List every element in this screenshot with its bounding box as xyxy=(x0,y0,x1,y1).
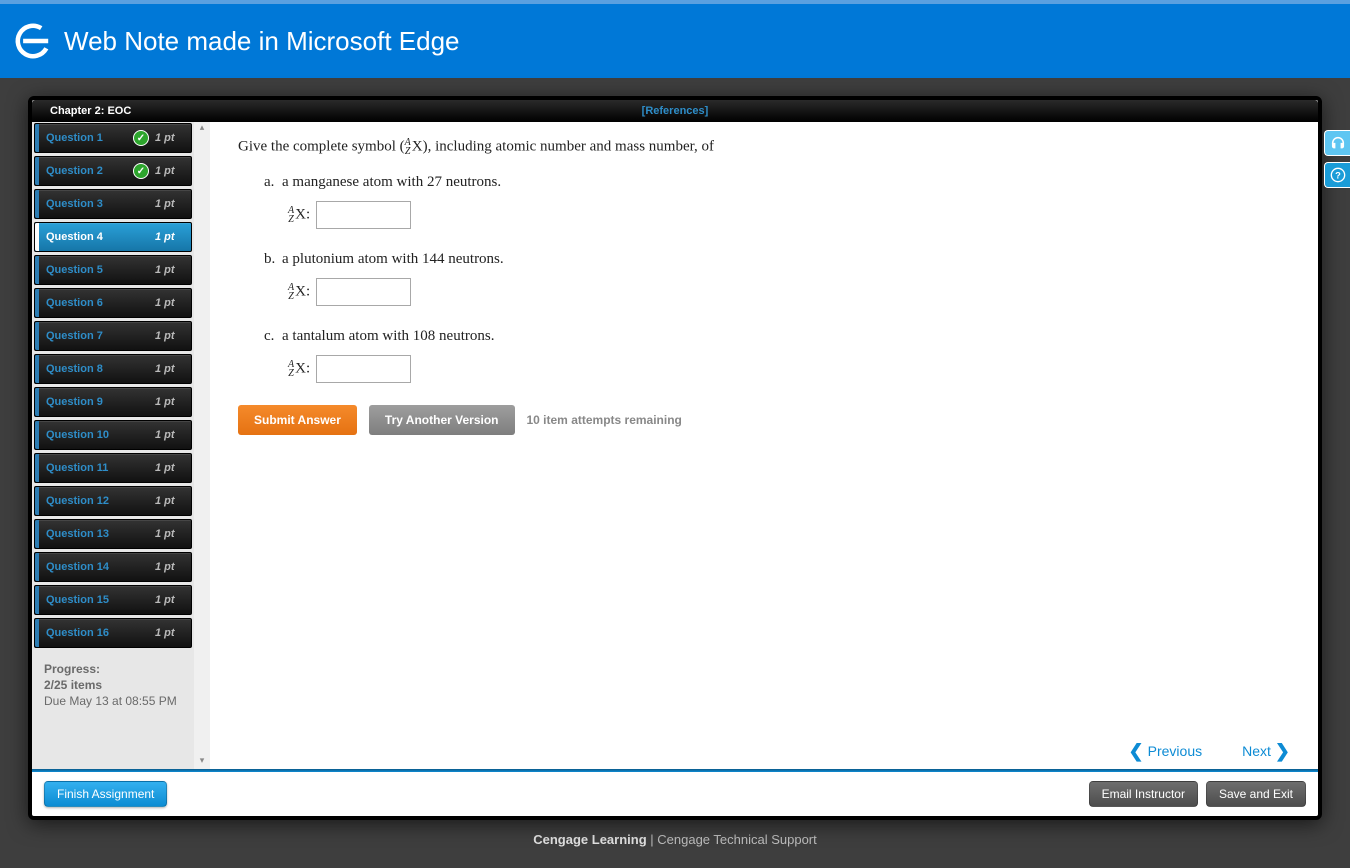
question-nav-points: 1 pt xyxy=(155,363,191,375)
next-link[interactable]: Next❯ xyxy=(1242,743,1290,759)
question-nav-item-6[interactable]: Question 61 pt xyxy=(34,288,192,318)
question-nav-points: 1 pt xyxy=(155,396,191,408)
question-nav-item-4[interactable]: Question 41 pt xyxy=(34,222,192,252)
previous-link[interactable]: ❮Previous xyxy=(1129,743,1203,759)
question-nav-points: 1 pt xyxy=(155,165,191,177)
question-nav-points: 1 pt xyxy=(155,462,191,474)
question-nav-label: Question 9 xyxy=(46,396,155,408)
chevron-left-icon: ❮ xyxy=(1129,744,1144,758)
question-nav-item-5[interactable]: Question 51 pt xyxy=(34,255,192,285)
question-nav-item-9[interactable]: Question 91 pt xyxy=(34,387,192,417)
edge-icon xyxy=(14,22,52,60)
question-nav-points: 1 pt xyxy=(155,264,191,276)
check-icon: ✓ xyxy=(133,130,149,146)
question-nav-points: 1 pt xyxy=(155,231,191,243)
question-nav-item-8[interactable]: Question 81 pt xyxy=(34,354,192,384)
question-nav-label: Question 16 xyxy=(46,627,155,639)
symbol-label-b: AZX: xyxy=(288,283,310,301)
question-nav-points: 1 pt xyxy=(155,429,191,441)
part-b: b.a plutonium atom with 144 neutrons. xyxy=(264,251,1290,268)
question-nav-item-14[interactable]: Question 141 pt xyxy=(34,552,192,582)
question-nav-item-11[interactable]: Question 111 pt xyxy=(34,453,192,483)
footer-bar: Finish Assignment Email Instructor Save … xyxy=(32,772,1318,816)
scroll-up-icon[interactable]: ▴ xyxy=(194,122,210,136)
question-nav-item-7[interactable]: Question 71 pt xyxy=(34,321,192,351)
question-nav-points: 1 pt xyxy=(155,495,191,507)
question-nav-points: 1 pt xyxy=(155,330,191,342)
submit-answer-button[interactable]: Submit Answer xyxy=(238,405,357,435)
answer-input-c[interactable] xyxy=(316,355,411,383)
question-nav-points: 1 pt xyxy=(155,561,191,573)
scroll-down-icon[interactable]: ▾ xyxy=(194,755,210,769)
help-icon[interactable]: ? xyxy=(1324,162,1350,188)
question-nav-label: Question 7 xyxy=(46,330,155,342)
question-content: Give the complete symbol (AZX), includin… xyxy=(210,122,1318,769)
question-nav-label: Question 8 xyxy=(46,363,155,375)
chapter-bar: Chapter 2: EOC [References] xyxy=(32,100,1318,122)
question-nav-item-15[interactable]: Question 151 pt xyxy=(34,585,192,615)
save-and-exit-button[interactable]: Save and Exit xyxy=(1206,781,1306,807)
question-nav-points: 1 pt xyxy=(155,627,191,639)
finish-assignment-button[interactable]: Finish Assignment xyxy=(44,781,167,807)
chapter-label: Chapter 2: EOC xyxy=(32,105,182,117)
question-nav-label: Question 10 xyxy=(46,429,155,441)
part-a: a.a manganese atom with 27 neutrons. xyxy=(264,174,1290,191)
email-instructor-button[interactable]: Email Instructor xyxy=(1089,781,1198,807)
question-nav-item-13[interactable]: Question 131 pt xyxy=(34,519,192,549)
question-nav-item-12[interactable]: Question 121 pt xyxy=(34,486,192,516)
question-nav-label: Question 5 xyxy=(46,264,155,276)
question-nav-points: 1 pt xyxy=(155,132,191,144)
question-nav-points: 1 pt xyxy=(155,297,191,309)
cengage-brand: Cengage Learning xyxy=(533,832,646,847)
svg-text:?: ? xyxy=(1335,170,1341,180)
question-nav-item-1[interactable]: Question 1✓ 1 pt xyxy=(34,123,192,153)
question-prompt: Give the complete symbol (AZX), includin… xyxy=(238,138,1290,156)
part-c: c.a tantalum atom with 108 neutrons. xyxy=(264,328,1290,345)
headset-icon[interactable] xyxy=(1324,130,1350,156)
question-nav-label: Question 1 xyxy=(46,132,133,144)
try-another-version-button[interactable]: Try Another Version xyxy=(369,405,515,435)
progress-label: Progress: xyxy=(44,662,100,676)
cengage-footer: Cengage Learning | Cengage Technical Sup… xyxy=(28,820,1322,847)
question-nav-label: Question 14 xyxy=(46,561,155,573)
question-nav-label: Question 12 xyxy=(46,495,155,507)
chevron-right-icon: ❯ xyxy=(1275,744,1290,758)
question-nav-item-2[interactable]: Question 2✓ 1 pt xyxy=(34,156,192,186)
edge-banner: Web Note made in Microsoft Edge xyxy=(0,0,1350,78)
progress-due: Due May 13 at 08:55 PM xyxy=(44,694,177,708)
question-nav-item-3[interactable]: Question 31 pt xyxy=(34,189,192,219)
answer-input-a[interactable] xyxy=(316,201,411,229)
answer-input-b[interactable] xyxy=(316,278,411,306)
question-nav-item-16[interactable]: Question 161 pt xyxy=(34,618,192,648)
question-nav-label: Question 15 xyxy=(46,594,155,606)
progress-box: Progress: 2/25 items Due May 13 at 08:55… xyxy=(32,651,194,719)
question-sidebar: Question 1✓1 ptQuestion 2✓1 ptQuestion 3… xyxy=(32,122,194,769)
check-icon: ✓ xyxy=(133,163,149,179)
question-nav-points: 1 pt xyxy=(155,594,191,606)
attempts-remaining: 10 item attempts remaining xyxy=(527,413,682,427)
question-nav-label: Question 2 xyxy=(46,165,133,177)
cengage-support-link[interactable]: Cengage Technical Support xyxy=(657,832,817,847)
references-link[interactable]: [References] xyxy=(182,105,1168,117)
question-nav-item-10[interactable]: Question 101 pt xyxy=(34,420,192,450)
question-nav-label: Question 4 xyxy=(46,231,155,243)
symbol-label-c: AZX: xyxy=(288,360,310,378)
question-nav-label: Question 6 xyxy=(46,297,155,309)
sidebar-scrollbar[interactable]: ▴ ▾ xyxy=(194,122,210,769)
question-nav-label: Question 3 xyxy=(46,198,155,210)
question-nav-points: 1 pt xyxy=(155,528,191,540)
assignment-frame: Chapter 2: EOC [References] Question 1✓1… xyxy=(28,96,1322,820)
question-nav-label: Question 11 xyxy=(46,462,155,474)
symbol-label-a: AZX: xyxy=(288,206,310,224)
question-nav-label: Question 13 xyxy=(46,528,155,540)
edge-title: Web Note made in Microsoft Edge xyxy=(64,26,459,57)
question-nav-points: 1 pt xyxy=(155,198,191,210)
progress-items: 2/25 items xyxy=(44,678,102,692)
